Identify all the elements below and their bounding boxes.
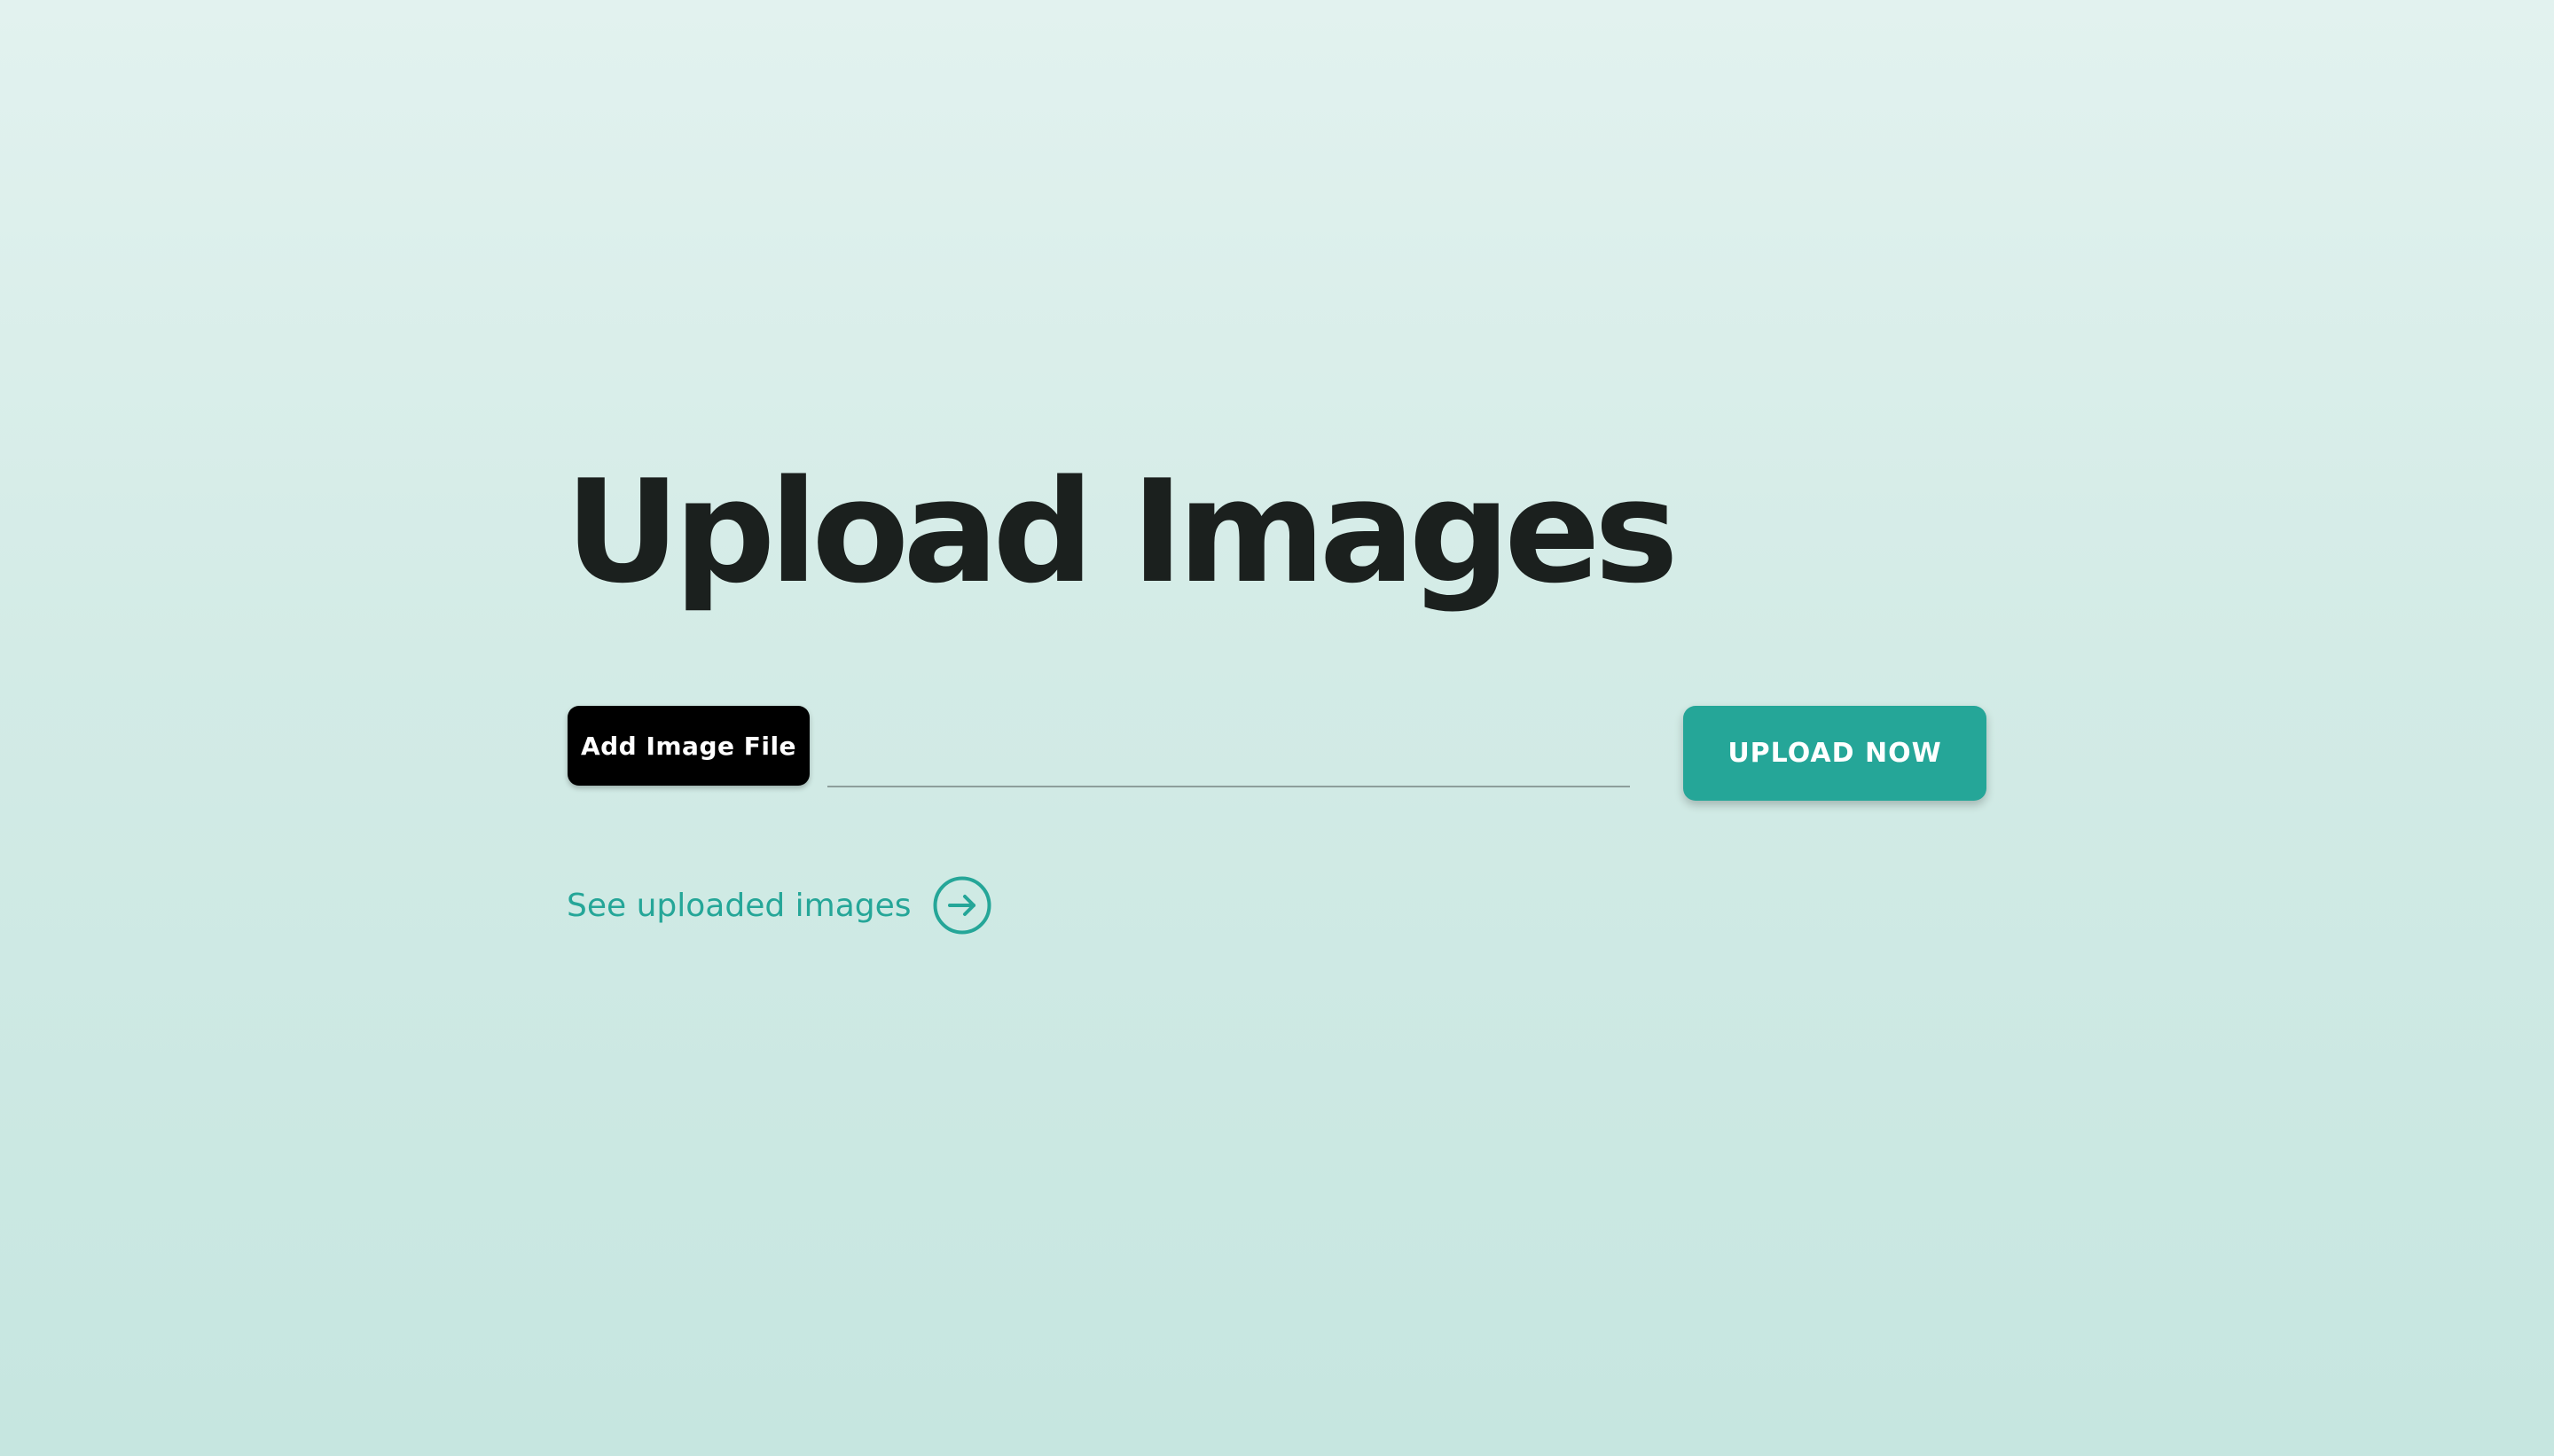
see-uploaded-images-link[interactable]: See uploaded images [567,874,991,936]
upload-now-button[interactable]: UPLOAD NOW [1683,706,1986,801]
see-uploaded-images-label: See uploaded images [567,887,912,924]
selected-file-name-field [827,709,1630,787]
add-image-file-button[interactable]: Add Image File [568,706,810,786]
page-title: Upload Images [565,449,1679,614]
arrow-right-circle-icon [933,876,991,935]
